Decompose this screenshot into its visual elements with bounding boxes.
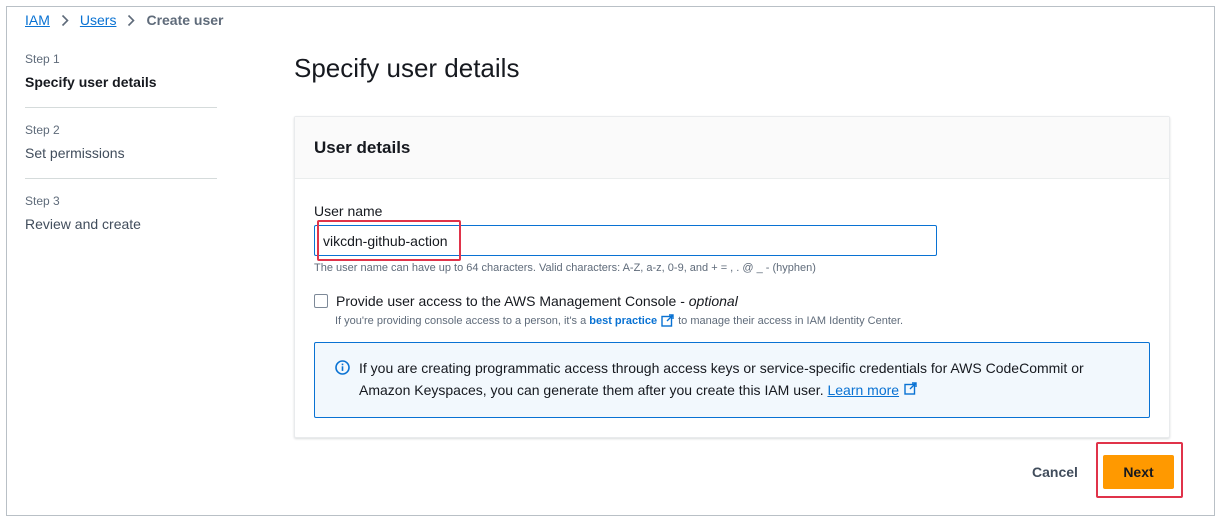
console-access-label[interactable]: Provide user access to the AWS Managemen… xyxy=(336,293,738,309)
learn-more-link[interactable]: Learn more xyxy=(827,382,899,398)
panel-title: User details xyxy=(314,137,411,157)
best-practice-link[interactable]: best practice xyxy=(589,315,657,327)
username-constraint-hint: The user name can have up to 64 characte… xyxy=(314,262,816,274)
console-access-option: Provide user access to the AWS Managemen… xyxy=(314,293,738,309)
breadcrumb-current: Create user xyxy=(146,12,224,28)
chevron-right-icon xyxy=(60,13,70,27)
wizard-step-1: Step 1 Specify user details xyxy=(25,51,217,108)
page-title: Specify user details xyxy=(294,53,520,83)
next-button[interactable]: Next xyxy=(1103,455,1174,489)
breadcrumb: IAM Users Create user xyxy=(25,12,224,28)
console-access-hint: If you're providing console access to a … xyxy=(335,314,903,327)
cancel-button[interactable]: Cancel xyxy=(1018,455,1092,489)
info-message: If you are creating programmatic access … xyxy=(359,360,1084,398)
info-alert-text: If you are creating programmatic access … xyxy=(359,357,1133,417)
external-link-icon[interactable] xyxy=(904,382,917,395)
step-number: Step 2 xyxy=(25,123,60,137)
step-number: Step 1 xyxy=(25,52,60,66)
external-link-icon[interactable] xyxy=(661,314,674,327)
step-title: Review and create xyxy=(25,216,141,232)
user-details-panel: User details User name The user name can… xyxy=(294,116,1170,438)
optional-tag: optional xyxy=(688,293,738,309)
wizard-steps-nav: Step 1 Specify user details Step 2 Set p… xyxy=(25,51,217,263)
console-access-label-text: Provide user access to the AWS Managemen… xyxy=(336,293,689,309)
console-access-checkbox[interactable] xyxy=(314,294,328,308)
username-label: User name xyxy=(314,203,383,219)
breadcrumb-iam-link[interactable]: IAM xyxy=(25,12,50,28)
username-input[interactable] xyxy=(314,225,937,256)
info-alert: If you are creating programmatic access … xyxy=(314,342,1150,418)
wizard-step-3: Step 3 Review and create xyxy=(25,193,217,249)
step-title: Set permissions xyxy=(25,145,125,161)
hint-text-before: If you're providing console access to a … xyxy=(335,314,587,327)
step-title: Specify user details xyxy=(25,74,157,90)
hint-text-after: to manage their access in IAM Identity C… xyxy=(678,314,904,327)
wizard-step-2: Step 2 Set permissions xyxy=(25,122,217,179)
chevron-right-icon xyxy=(126,13,136,27)
breadcrumb-users-link[interactable]: Users xyxy=(80,12,117,28)
panel-header: User details xyxy=(295,117,1169,179)
step-number: Step 3 xyxy=(25,194,60,208)
info-icon xyxy=(335,360,350,375)
